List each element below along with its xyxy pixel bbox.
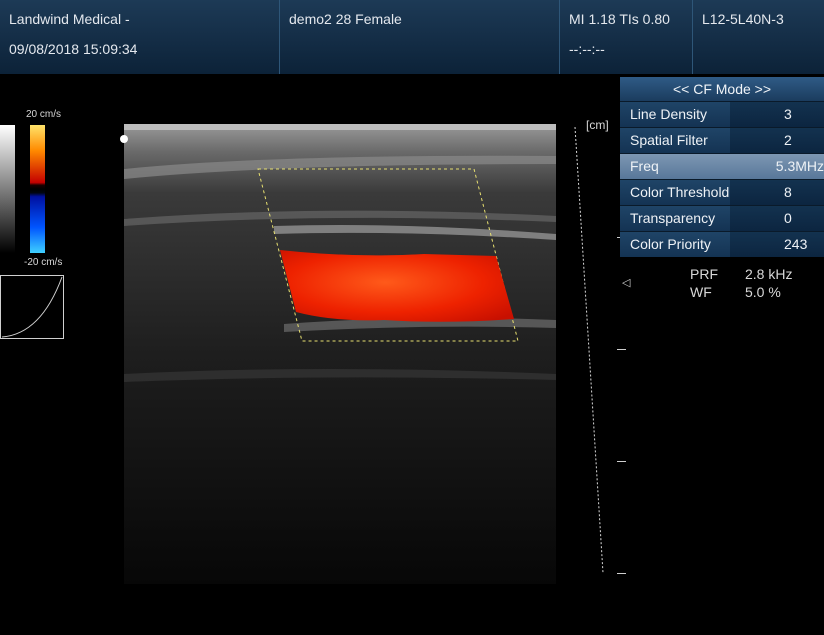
menu-item-value: 2 (730, 128, 824, 153)
timer-readout: --:--:-- (569, 41, 605, 57)
menu-item-color-priority[interactable]: Color Priority 243 (620, 231, 824, 257)
menu-item-transparency[interactable]: Transparency 0 (620, 205, 824, 231)
patient-info: demo2 28 Female (289, 11, 402, 27)
header-patient-cell: demo2 28 Female (280, 0, 560, 74)
menu-item-value: 3 (730, 102, 824, 127)
header-probe-cell: L12-5L40N-3 (693, 0, 824, 74)
ultrasound-image[interactable] (124, 124, 556, 584)
probe-name: L12-5L40N-3 (702, 11, 784, 27)
menu-item-value: 243 (730, 232, 824, 257)
menu-item-color-threshold[interactable]: Color Threshold 8 (620, 179, 824, 205)
focus-marker (120, 135, 128, 143)
focus-triangle-icon: ◁ (622, 277, 631, 289)
menu-item-spatial-filter[interactable]: Spatial Filter 2 (620, 127, 824, 153)
menu-item-line-density[interactable]: Line Density 3 (620, 101, 824, 127)
menu-item-label: Line Density (620, 102, 730, 127)
depth-scale-line (574, 126, 604, 574)
menu-item-value: 5.3MHz (721, 154, 824, 179)
cf-mode-menu: << CF Mode >> Line Density 3 Spatial Fil… (620, 77, 824, 257)
depth-tick (617, 573, 626, 574)
color-flow-bar (30, 125, 45, 253)
depth-tick (617, 461, 626, 462)
institution-name: Landwind Medical - (9, 11, 130, 27)
param-name: WF (690, 284, 712, 300)
menu-item-value: 8 (730, 180, 824, 205)
param-value: 5.0 % (745, 284, 781, 300)
menu-item-freq[interactable]: Freq 5.3MHz (620, 153, 824, 179)
thermal-indices: MI 1.18 TIs 0.80 (569, 11, 670, 27)
header-institution-cell: Landwind Medical - 09/08/2018 15:09:34 (0, 0, 280, 74)
param-name: PRF (690, 266, 718, 282)
param-value: 2.8 kHz (745, 266, 793, 282)
menu-item-label: Freq (620, 154, 722, 179)
velocity-top-label: 20 cm/s (26, 109, 62, 120)
menu-item-value: 0 (730, 206, 824, 231)
menu-item-label: Color Threshold (620, 180, 730, 205)
menu-item-label: Spatial Filter (620, 128, 730, 153)
cf-mode-menu-title[interactable]: << CF Mode >> (620, 77, 824, 101)
menu-item-label: Transparency (620, 206, 730, 231)
color-flow-region (280, 250, 514, 322)
menu-item-label: Color Priority (620, 232, 730, 257)
grayscale-bar (0, 125, 15, 253)
depth-tick (617, 349, 626, 350)
velocity-bottom-label: -20 cm/s (24, 257, 63, 268)
exam-datetime: 09/08/2018 15:09:34 (9, 41, 138, 57)
header-indices-cell: MI 1.18 TIs 0.80 --:--:-- (560, 0, 693, 74)
gray-map-curve (0, 275, 64, 339)
header-bar: Landwind Medical - 09/08/2018 15:09:34 d… (0, 0, 824, 74)
